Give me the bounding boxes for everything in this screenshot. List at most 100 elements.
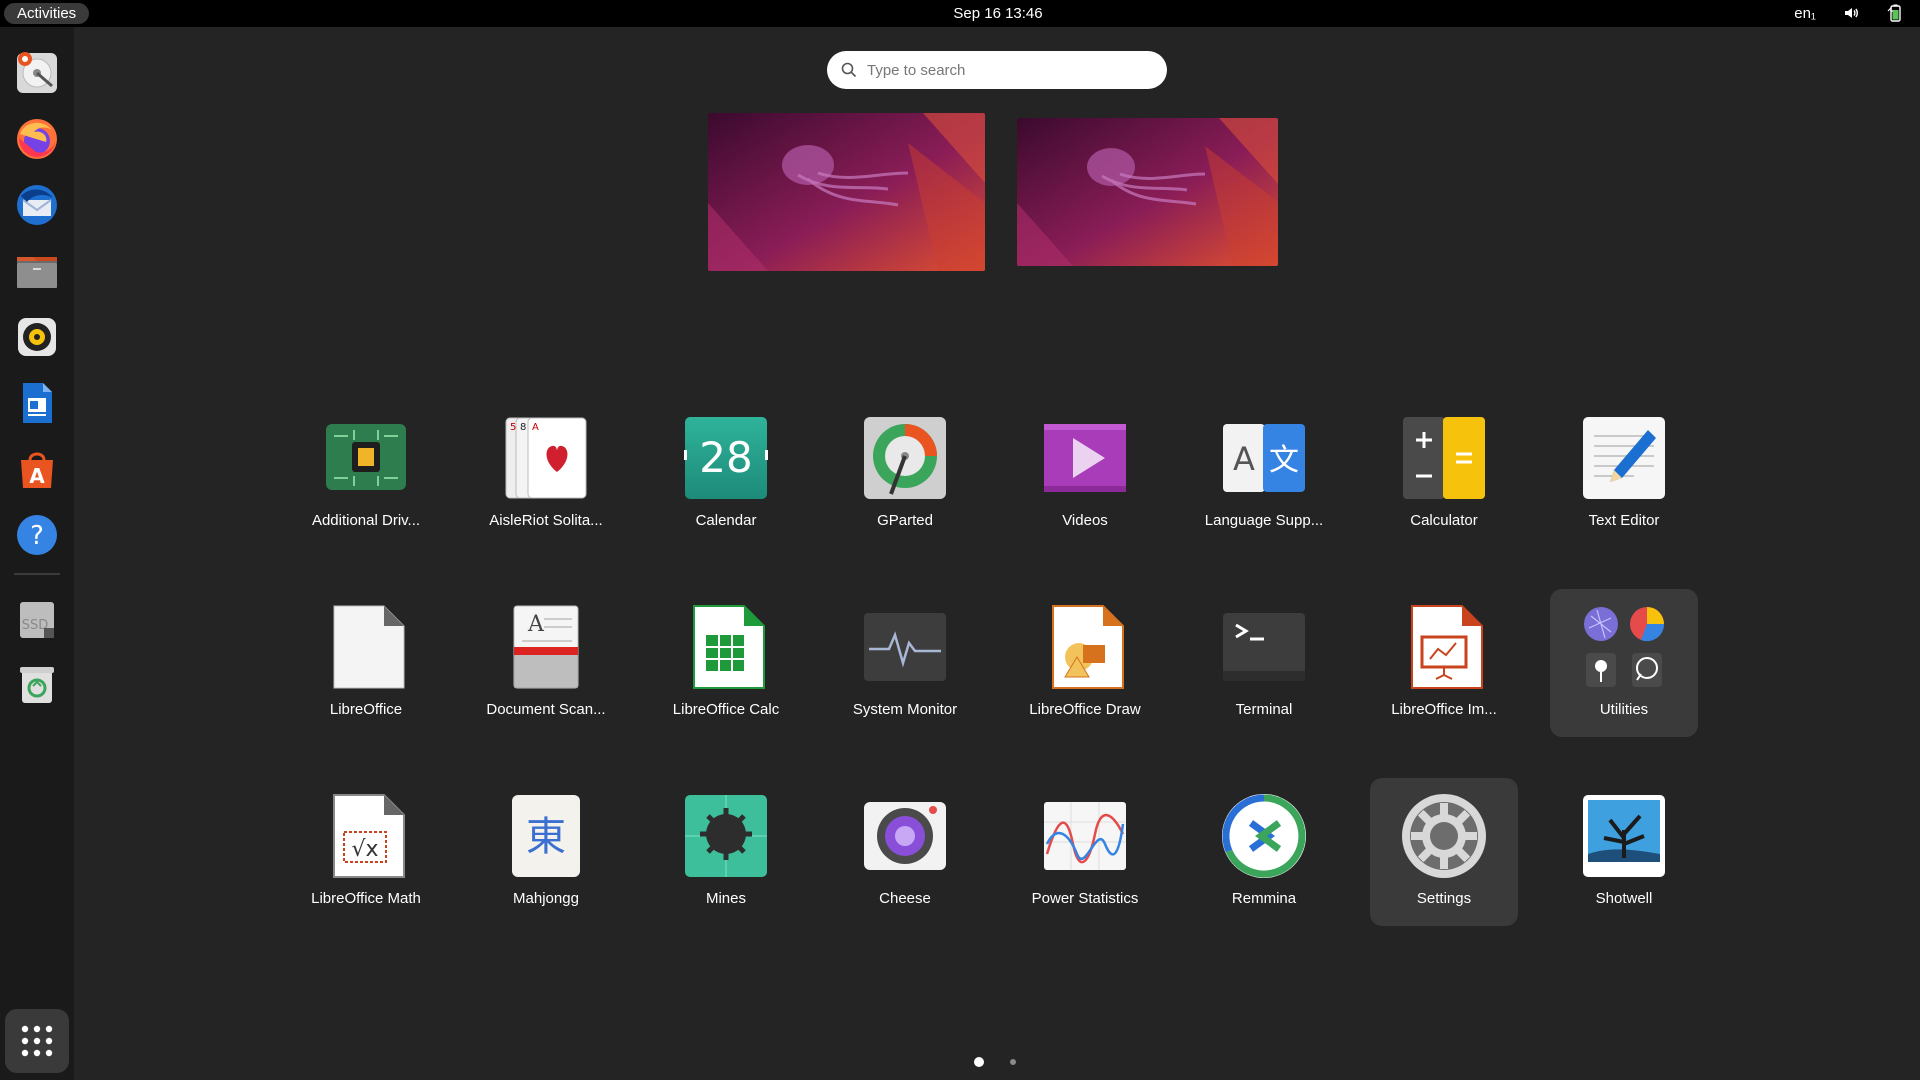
wallpaper-thumbnail <box>1017 118 1278 266</box>
app-videos[interactable]: Videos <box>1011 400 1159 548</box>
page-dot-1-active[interactable] <box>974 1057 984 1067</box>
app-cheese[interactable]: Cheese <box>831 778 979 926</box>
dock: A ? SSD <box>0 27 74 1080</box>
drive-icon: SSD <box>20 602 54 638</box>
folder-icon <box>1581 604 1667 690</box>
show-apps-button[interactable] <box>5 1009 69 1073</box>
svg-text:8: 8 <box>520 422 526 433</box>
app-label: LibreOffice <box>329 701 403 718</box>
svg-text:28: 28 <box>699 433 752 482</box>
app-libreoffice-math[interactable]: √x LibreOffice Math <box>292 778 440 926</box>
photo-tree-icon <box>1581 793 1667 879</box>
gparted-icon <box>862 415 948 501</box>
scanner-icon: A <box>503 604 589 690</box>
rhythmbox-icon <box>18 318 56 356</box>
search-input[interactable] <box>867 61 1137 79</box>
app-settings[interactable]: Settings <box>1370 778 1518 926</box>
app-label: Cheese <box>879 890 931 907</box>
app-label: Utilities <box>1599 701 1649 718</box>
app-terminal[interactable]: Terminal <box>1190 589 1338 737</box>
svg-text:文: 文 <box>1269 443 1299 478</box>
app-label: Language Supp... <box>1204 512 1324 529</box>
app-label: GParted <box>877 512 933 529</box>
help-icon: ? <box>17 515 57 555</box>
dock-rhythmbox[interactable] <box>13 313 61 361</box>
app-label: Document Scan... <box>486 701 606 718</box>
svg-text:東: 東 <box>526 814 566 860</box>
webcam-icon <box>862 793 948 879</box>
calculator-icon <box>1401 415 1487 501</box>
dock-firefox[interactable] <box>13 115 61 163</box>
app-mines[interactable]: Mines <box>652 778 800 926</box>
dock-installer[interactable] <box>13 49 61 97</box>
app-system-monitor[interactable]: System Monitor <box>831 589 979 737</box>
math-formula-icon: √x <box>323 793 409 879</box>
clock[interactable]: Sep 16 13:46 <box>0 5 1920 22</box>
playing-cards-icon: 58A <box>503 415 589 501</box>
wallpaper-thumbnail <box>708 113 985 271</box>
power-graph-icon <box>1042 793 1128 879</box>
keyboard-layout-indicator[interactable]: en₁ <box>1794 5 1816 22</box>
dock-app-center[interactable]: A <box>13 445 61 493</box>
svg-text:A: A <box>29 464 45 488</box>
calendar-icon: 28 <box>683 415 769 501</box>
gear-icon <box>1401 793 1487 879</box>
app-text-editor[interactable]: Text Editor <box>1550 400 1698 548</box>
app-label: Mines <box>705 890 746 907</box>
system-monitor-icon <box>862 604 948 690</box>
app-gparted[interactable]: GParted <box>831 400 979 548</box>
app-libreoffice-impress[interactable]: LibreOffice Im... <box>1370 589 1518 737</box>
battery-icon[interactable] <box>1886 4 1904 22</box>
app-libreoffice-calc[interactable]: LibreOffice Calc <box>652 589 800 737</box>
app-label: LibreOffice Math <box>311 890 421 907</box>
app-language-support[interactable]: A文 Language Supp... <box>1190 400 1338 548</box>
workspace-thumbnail-2[interactable] <box>1017 118 1278 266</box>
app-label: Mahjongg <box>513 890 579 907</box>
app-label: AisleRiot Solita... <box>489 512 603 529</box>
app-document-scanner[interactable]: A Document Scan... <box>472 589 620 737</box>
app-mahjongg[interactable]: 東 Mahjongg <box>472 778 620 926</box>
dock-files[interactable] <box>13 247 61 295</box>
dock-libreoffice-writer[interactable] <box>13 379 61 427</box>
app-label: Power Statistics <box>1031 890 1139 907</box>
app-libreoffice-draw[interactable]: LibreOffice Draw <box>1011 589 1159 737</box>
app-label: LibreOffice Draw <box>1029 701 1141 718</box>
workspace-thumbnail-1[interactable] <box>708 113 985 271</box>
app-label: Videos <box>1062 512 1108 529</box>
app-label: Additional Driv... <box>311 512 421 529</box>
dock-thunderbird[interactable] <box>13 181 61 229</box>
language-icon: A文 <box>1221 415 1307 501</box>
presentation-icon <box>1401 604 1487 690</box>
page-dot-2[interactable] <box>1010 1059 1016 1065</box>
system-tray[interactable]: en₁ <box>1794 4 1904 22</box>
app-folder-utilities[interactable]: Utilities <box>1550 589 1698 737</box>
search-box[interactable] <box>827 51 1167 89</box>
svg-text:?: ? <box>30 521 44 551</box>
dock-separator <box>14 573 60 575</box>
mine-icon <box>683 793 769 879</box>
svg-text:A: A <box>527 612 545 637</box>
app-label: Settings <box>1416 890 1472 907</box>
installer-icon <box>17 52 57 93</box>
writer-icon <box>23 383 52 423</box>
volume-icon[interactable] <box>1842 4 1860 22</box>
app-shotwell[interactable]: Shotwell <box>1550 778 1698 926</box>
app-aisleriot-solitaire[interactable]: 58A AisleRiot Solita... <box>472 400 620 548</box>
search-icon <box>841 62 857 78</box>
app-additional-drivers[interactable]: Additional Driv... <box>292 400 440 548</box>
app-power-statistics[interactable]: Power Statistics <box>1011 778 1159 926</box>
libreoffice-icon <box>323 604 409 690</box>
app-remmina[interactable]: Remmina <box>1190 778 1338 926</box>
app-label: Remmina <box>1231 890 1297 907</box>
pencil-document-icon <box>1581 415 1667 501</box>
draw-icon <box>1042 604 1128 690</box>
dock-ssd-drive[interactable]: SSD <box>13 595 61 643</box>
mahjong-tile-icon: 東 <box>503 793 589 879</box>
app-calculator[interactable]: Calculator <box>1370 400 1518 548</box>
app-libreoffice[interactable]: LibreOffice <box>292 589 440 737</box>
app-calendar[interactable]: 28 Calendar <box>652 400 800 548</box>
dock-help[interactable]: ? <box>13 511 61 559</box>
dock-trash[interactable] <box>13 661 61 709</box>
trash-icon <box>20 667 54 703</box>
svg-text:√x: √x <box>351 837 378 862</box>
